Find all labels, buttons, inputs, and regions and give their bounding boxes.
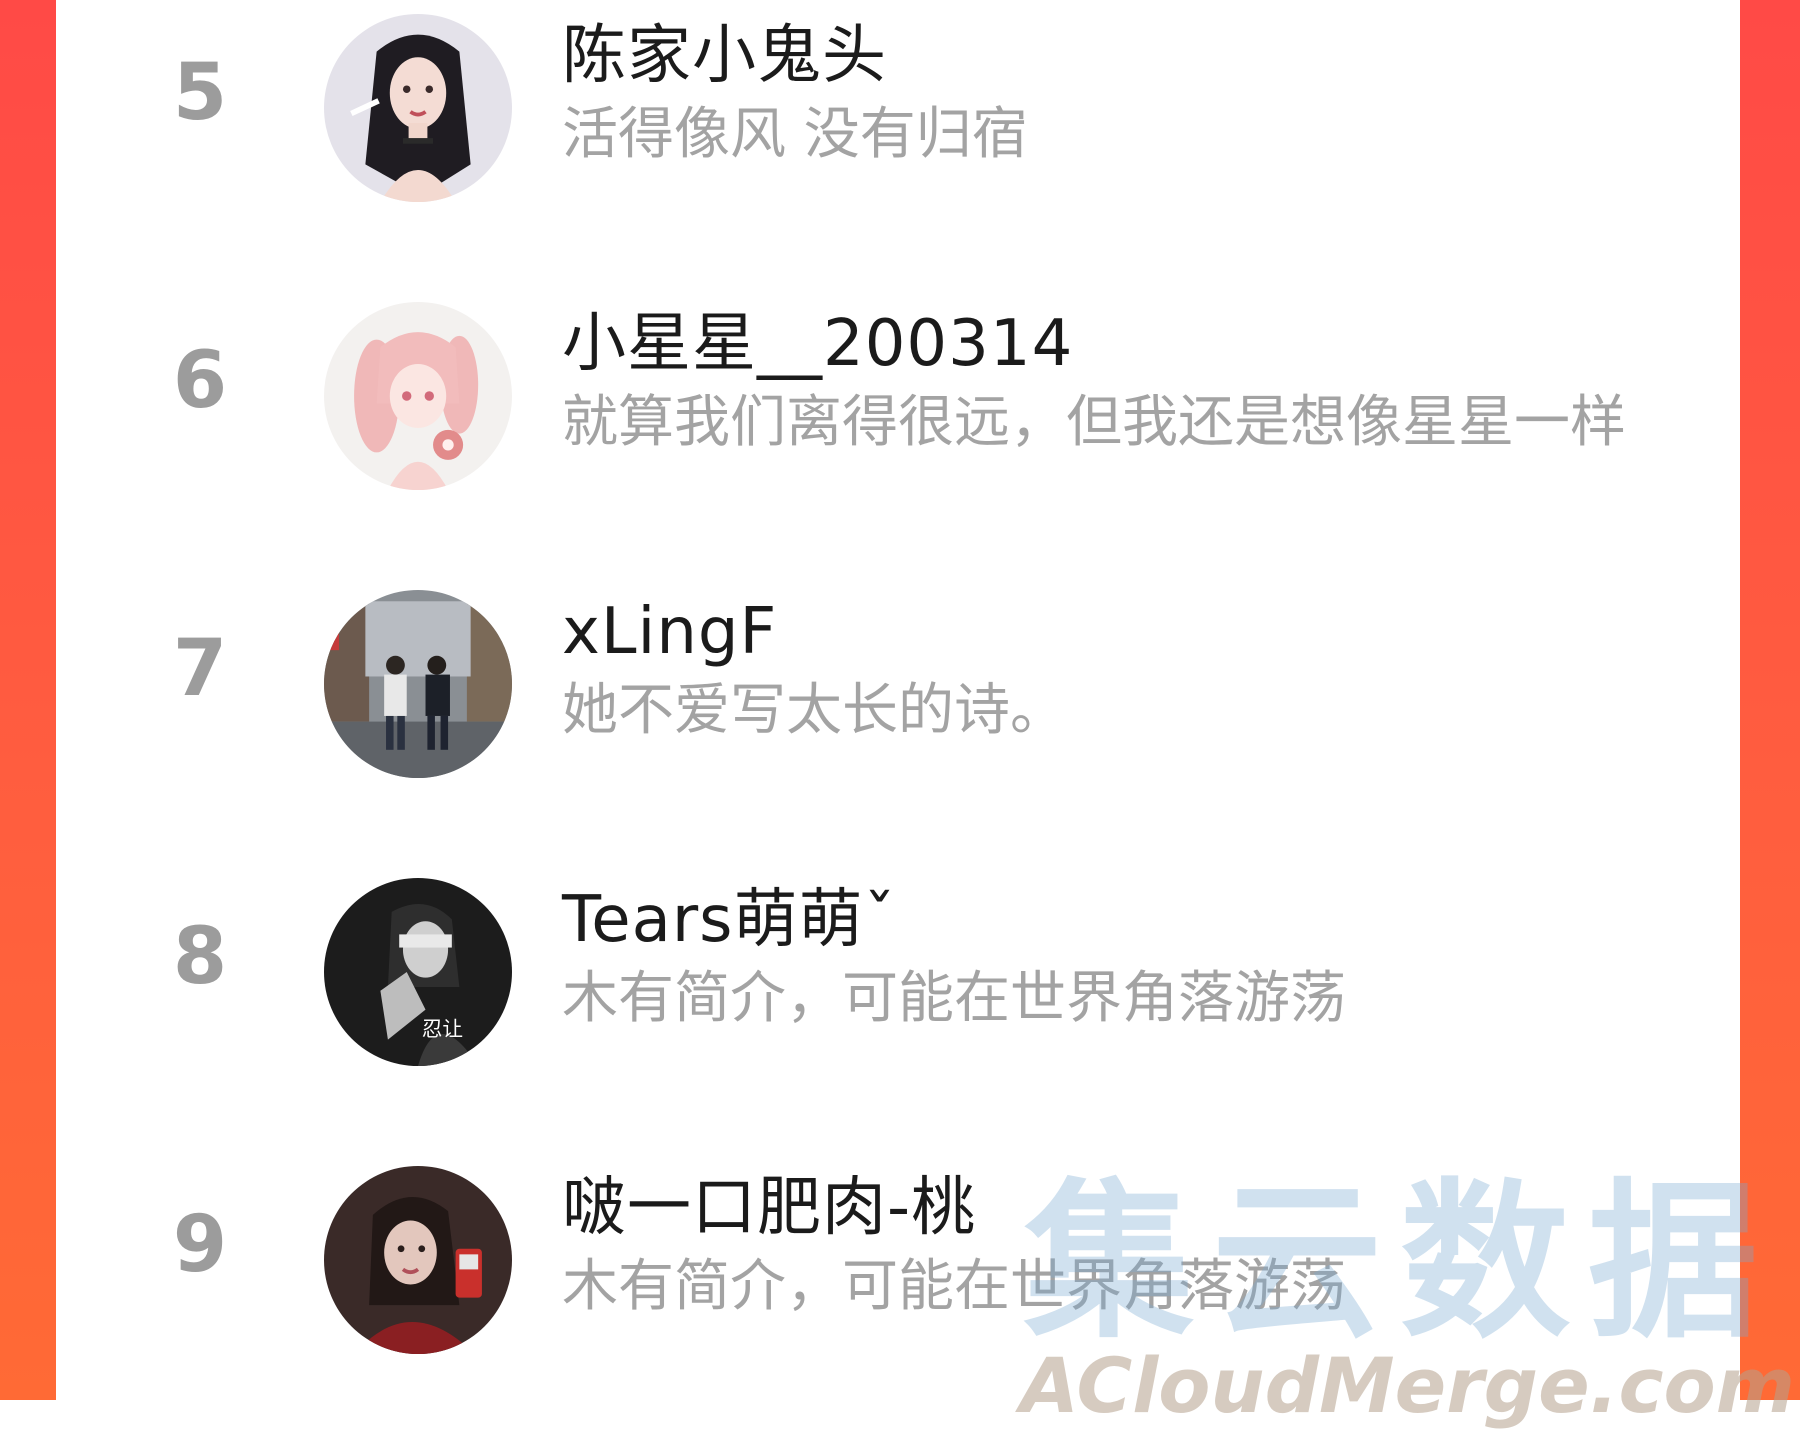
- user-name[interactable]: Tears萌萌ˇ: [562, 882, 896, 958]
- user-bio: 活得像风 没有归宿: [562, 102, 1028, 167]
- user-name[interactable]: xLingF: [562, 594, 777, 670]
- rank-number: 5: [172, 48, 228, 138]
- list-item[interactable]: 5 陈家小鬼头 活得像风 没有归宿: [56, 0, 1740, 230]
- list-item[interactable]: 6 小星星__200314 就算我们离得很远，但我还是想像星星一样: [56, 288, 1740, 518]
- user-name[interactable]: 小星星__200314: [562, 306, 1073, 382]
- avatar-anime-pink-hair-icon[interactable]: [324, 302, 512, 490]
- user-bio: 她不爱写太长的诗。: [562, 678, 1066, 743]
- avatar-girl-dark-hair-icon[interactable]: [324, 14, 512, 202]
- rank-number: 8: [172, 912, 228, 1002]
- avatar-caption: 忍让: [422, 1017, 463, 1041]
- user-bio: 就算我们离得很远，但我还是想像星星一样: [562, 390, 1626, 455]
- rank-number: 9: [172, 1200, 228, 1290]
- orange-frame-background: 5 陈家小鬼头 活得像风 没有归宿 6 小星星__200314 就算我们离得很远…: [0, 0, 1800, 1400]
- user-name[interactable]: 陈家小鬼头: [562, 18, 887, 94]
- avatar-blindfold-girl-icon[interactable]: 忍让: [324, 878, 512, 1066]
- user-bio: 木有简介，可能在世界角落游荡: [562, 966, 1346, 1031]
- user-bio: 木有简介，可能在世界角落游荡: [562, 1254, 1346, 1319]
- list-item[interactable]: 7 xLingF 她不爱写太长的诗。: [56, 576, 1740, 806]
- list-item[interactable]: 8 忍让 Tears萌萌ˇ 木有简介，可能在世界角落游荡: [56, 864, 1740, 1094]
- list-item[interactable]: 9 啵一口肥肉-桃 木有简介，可能在世界角落游荡: [56, 1152, 1740, 1382]
- ranking-list-panel: 5 陈家小鬼头 活得像风 没有归宿 6 小星星__200314 就算我们离得很远…: [56, 0, 1740, 1400]
- user-name[interactable]: 啵一口肥肉-桃: [562, 1170, 976, 1246]
- avatar-girl-selfie-icon[interactable]: [324, 1166, 512, 1354]
- bottom-strip: [0, 1400, 1800, 1448]
- avatar-couple-street-icon[interactable]: [324, 590, 512, 778]
- rank-number: 7: [172, 624, 228, 714]
- rank-number: 6: [172, 336, 228, 426]
